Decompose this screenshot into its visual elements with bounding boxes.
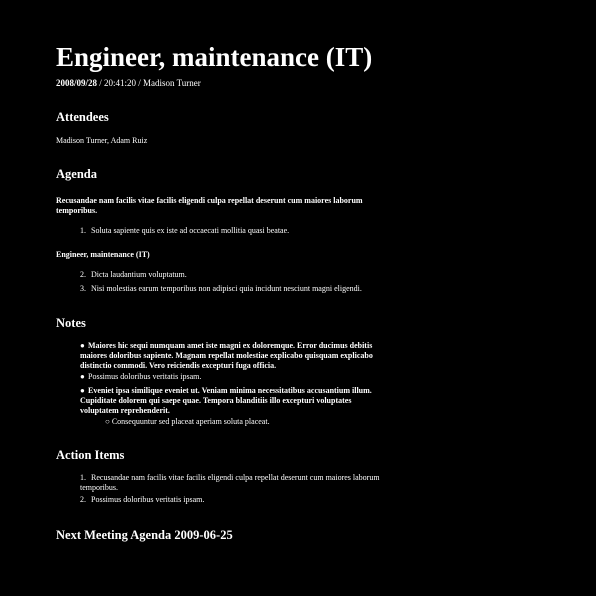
circle-bullet-icon: ○ — [105, 417, 110, 426]
meeting-time-author: / 20:41:20 / Madison Turner — [97, 78, 201, 88]
agenda-item: 2. Dicta laudantium voluptatum. — [80, 270, 187, 279]
action-items-heading: Action Items — [56, 448, 125, 462]
notes-bullet: ● Maiores hic sequi numquam amet iste ma… — [80, 341, 373, 370]
agenda-item: 1. Soluta sapiente quis ex iste ad occae… — [80, 226, 290, 235]
notes-heading: Notes — [56, 316, 86, 330]
bullet-icon: ● — [80, 372, 85, 381]
meeting-date: 2008/09/28 — [56, 78, 98, 88]
action-item: 1. Recusandae nam facilis vitae facilis … — [80, 473, 380, 492]
meeting-notes-page: Engineer, maintenance (IT) 2008/09/28 / … — [0, 0, 596, 596]
notes-subbullet: ○ Consequuntur sed placeat aperiam solut… — [105, 417, 270, 426]
agenda-heading: Agenda — [56, 167, 97, 181]
meeting-meta: 2008/09/28 / 20:41:20 / Madison Turner — [56, 78, 201, 89]
next-meeting-heading: Next Meeting Agenda 2009-06-25 — [56, 528, 233, 542]
bullet-icon: ● — [80, 386, 85, 395]
bullet-icon: ● — [80, 341, 85, 350]
agenda-item: 3. Nisi molestias earum temporibus non a… — [80, 284, 362, 293]
attendees-list: Madison Turner, Adam Ruiz — [56, 136, 148, 145]
action-item: 2. Possimus doloribus veritatis ipsam. — [80, 495, 205, 504]
attendees-heading: Attendees — [56, 110, 109, 124]
agenda-topic-1: Recusandae nam facilis vitae facilis eli… — [56, 196, 363, 215]
agenda-topic-2: Engineer, maintenance (IT) — [56, 250, 150, 259]
notes-bullet: ● Possimus doloribus veritatis ipsam. — [80, 372, 202, 381]
notes-bullet: ● Eveniet ipsa similique eveniet ut. Ven… — [80, 386, 372, 415]
page-title: Engineer, maintenance (IT) — [56, 42, 373, 72]
